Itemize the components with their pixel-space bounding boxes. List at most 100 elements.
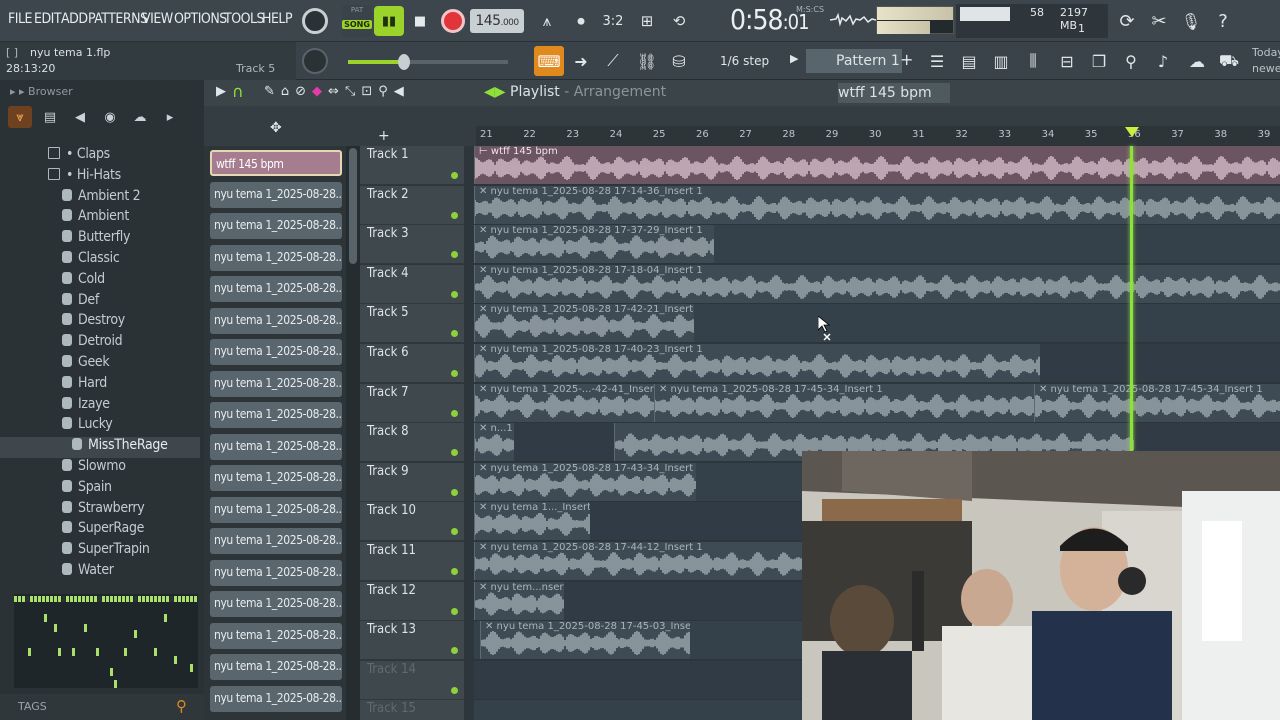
countdown-icon[interactable]: 3:2 [598,6,628,36]
pattern-clip[interactable]: nyu tema 1_2025-08-28... [210,654,342,680]
browser-item[interactable]: • Claps [0,146,200,167]
audio-clip[interactable]: ✕ nyu tema 1_2025-08-28 17-45-34_Insert … [1034,383,1280,422]
track-lane[interactable]: ✕ nyu tema 1_2025-08-28 17-14-36_Insert … [474,185,1280,225]
track-mute-led[interactable] [451,330,458,338]
pattern-clip[interactable]: nyu tema 1_2025-08-28... [210,244,342,271]
browser-icon[interactable]: ⊟ [1052,46,1082,76]
pattern-clip[interactable]: nyu tema 1_2025-08-28... [210,496,342,523]
channel-rack-icon[interactable]: ▥ [986,46,1016,76]
track-mute-led[interactable] [451,607,458,615]
playhead-marker[interactable] [1125,127,1139,137]
typing-keyboard-icon[interactable]: ⌨ [534,46,564,76]
track-header[interactable]: Track 8 [360,423,464,463]
audio-clip[interactable]: ✕ nyu tema 1_2025-08-28 17-42-21_Insert … [474,304,694,343]
pattern-selector[interactable]: Pattern 1 [806,49,902,73]
track-mute-led[interactable] [451,568,458,575]
stamp-icon[interactable]: ⛁ [664,46,694,76]
play-pause-button[interactable]: ▮▮ [374,6,404,36]
track-mute-led[interactable] [451,172,458,179]
tempo-track-label[interactable]: wtff 145 bpm [838,83,950,103]
brush-icon[interactable]: ⟋ [598,46,628,76]
speaker-icon[interactable]: ◀ [68,106,92,128]
cloud-icon[interactable]: ☁ [1182,46,1212,76]
move-icon[interactable]: ✥ [270,120,282,136]
track-lane[interactable]: ⊢ wtff 145 bpm [474,146,1280,185]
browser-item[interactable]: MissTheRage [0,437,200,459]
track-header[interactable]: Track 1 [360,146,464,185]
pattern-clip[interactable]: nyu tema 1_2025-08-28... [210,339,342,365]
pattern-clip[interactable]: nyu tema 1_2025-08-28... [210,465,342,491]
search-icon[interactable]: ⚲ [176,697,187,715]
pattern-clip[interactable]: nyu tema 1_2025-08-28... [210,213,342,239]
browser-item[interactable]: Spain [0,479,200,500]
record-button[interactable] [441,9,465,33]
track-mute-led[interactable] [451,449,458,457]
pattern-clip[interactable]: nyu tema 1_2025-08-28... [210,559,342,586]
pages-icon[interactable]: ❐ [1084,46,1114,76]
track-header[interactable]: Track 7 [360,383,464,423]
track-header[interactable]: Track 11 [360,542,464,581]
pattern-clip[interactable]: nyu tema 1_2025-08-28... [210,591,342,617]
stop-button[interactable]: ■ [406,6,434,36]
track-header[interactable]: Track 10 [360,502,464,542]
step-edit-icon[interactable]: ⊞ [632,6,662,36]
track-header[interactable]: Track 6 [360,344,464,383]
menu-view[interactable]: VIEW [142,11,173,27]
track-header[interactable]: Track 15 [360,700,464,720]
pattern-clip[interactable]: nyu tema 1_2025-08-28... [210,181,342,208]
browser-item[interactable]: Classic [0,250,200,271]
audio-clip[interactable]: ✕ nyu tema 1_2025-08-28 17-37-29_Insert … [474,225,714,264]
pattern-clip[interactable]: nyu tema 1_2025-08-28... [210,528,342,554]
link-icon[interactable]: ⛓ [632,46,662,76]
menu-file[interactable]: FILE [8,11,32,27]
track-header[interactable]: Track 14 [360,660,464,700]
tuner-icon[interactable]: ♪ [1148,46,1178,76]
pitch-knob[interactable] [302,48,328,74]
pattern-clip[interactable]: nyu tema 1_2025-08-28... [210,433,342,460]
audio-clip[interactable]: ✕ nyu tema 1_2025-...-42-41_Insert 1 [474,383,654,422]
arrow-right-icon[interactable]: ➜ [566,46,596,76]
pattern-clip[interactable]: nyu tema 1_2025-08-28... [210,307,342,334]
audio-clip[interactable]: ✕ nyu tema 1..._Insert 1 [474,502,590,541]
browser-item[interactable]: Hard [0,375,200,396]
track-header[interactable]: Track 13 [360,621,464,661]
audio-clip[interactable]: ✕ nyu tema 1_2025-08-28 17-40-23_Insert … [474,344,1040,382]
audio-clip[interactable]: ✕ n...1 [474,423,514,462]
pattern-clip[interactable]: wtff 145 bpm [210,150,342,176]
browser-item[interactable]: Ambient [0,208,200,229]
piano-roll-icon[interactable]: ▤ [954,46,984,76]
file-icon[interactable]: ▤ [38,106,62,128]
all-files-icon[interactable]: ⩔ [8,106,32,128]
track-header[interactable]: Track 9 [360,462,464,502]
loop-record-icon[interactable]: ⟲ [664,6,694,36]
track-header[interactable]: Track 5 [360,304,464,344]
cloud-icon[interactable]: ☁ [128,106,152,128]
add-track-icon[interactable]: + [378,128,390,144]
browser-item[interactable]: Cold [0,271,200,292]
mixer-icon[interactable]: ⫼ [1018,46,1048,76]
audio-clip[interactable]: ⊢ wtff 145 bpm [474,146,1280,184]
more-icon[interactable]: ▸ [158,106,182,128]
menu-edit[interactable]: EDIT [34,11,62,27]
pattern-clip[interactable]: nyu tema 1_2025-08-28... [210,685,342,712]
playlist-window-icon[interactable]: ☰ [922,46,952,76]
track-lane[interactable]: ✕ nyu tema 1_2025-08-28 17-42-21_Insert … [474,304,1280,344]
track-mute-led[interactable] [451,370,458,377]
menu-options[interactable]: OPTIONS [174,11,227,27]
track-header[interactable]: Track 2 [360,185,464,225]
browser-item[interactable]: Detroid [0,333,200,354]
pattern-prev-icon[interactable]: ▶ [790,52,798,65]
browser-item[interactable]: Destroy [0,312,200,333]
track-mute-led[interactable] [451,488,458,496]
snap-selector[interactable]: 1/6 step [720,49,769,73]
playlist-menu-icon[interactable]: ▶ [216,84,226,99]
microphone-icon[interactable]: 🎙 [1176,6,1206,36]
menu-help[interactable]: HELP [262,11,293,27]
pattern-scrollbar[interactable] [346,146,360,720]
browser-item[interactable]: Ambient 2 [0,188,200,209]
audio-clip[interactable]: ✕ nyu tem...nsert 1 [474,581,564,620]
browser-item[interactable]: Def [0,292,200,313]
timeline-ruler[interactable]: 21 22 23 24 25 26 27 28 29 30 31 32 33 34 35 36 37 38 39 [476,126,1280,146]
browser-item[interactable]: Butterfly [0,229,200,250]
plugin-icon[interactable]: ⚲ [1116,46,1146,76]
